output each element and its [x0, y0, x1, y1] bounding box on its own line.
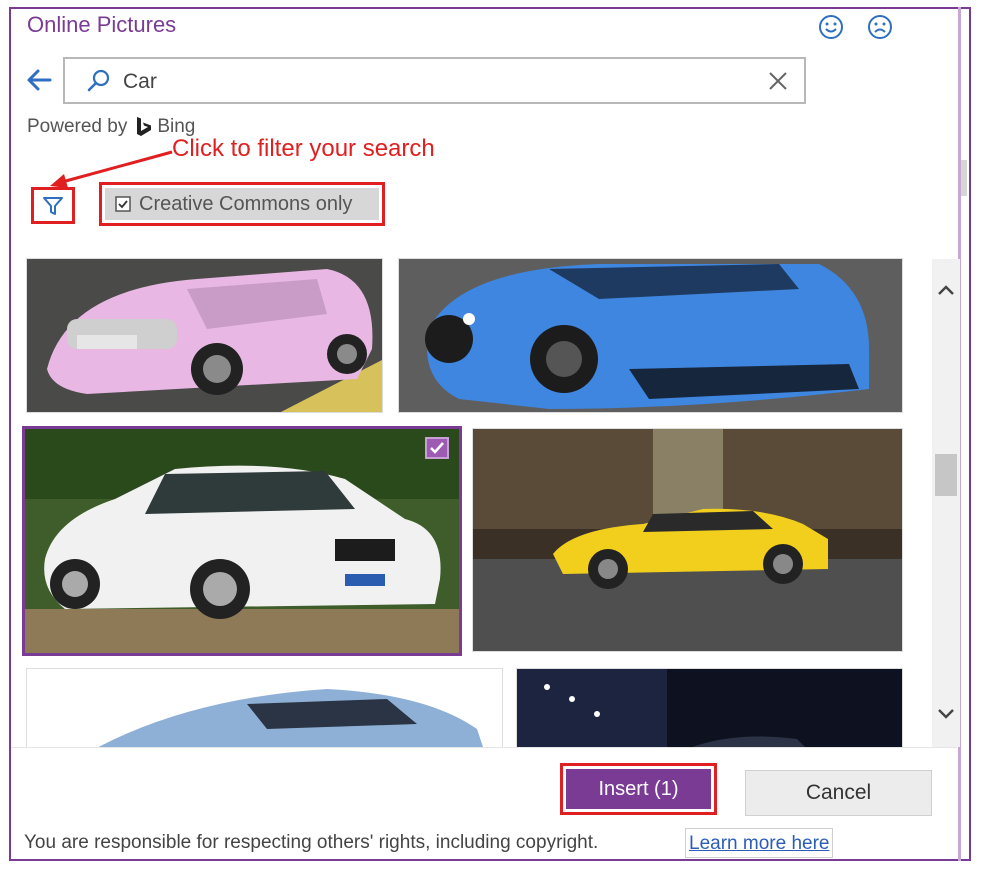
checkbox-checked-icon[interactable]	[115, 196, 131, 212]
copyright-disclaimer: You are responsible for respecting other…	[24, 832, 599, 853]
result-image-white-car[interactable]	[22, 426, 462, 656]
scrollbar-thumb[interactable]	[935, 454, 957, 496]
result-image-night-car[interactable]	[516, 668, 903, 748]
results-scrollbar[interactable]	[932, 259, 960, 747]
footer-divider	[11, 747, 957, 748]
filter-button[interactable]	[31, 187, 75, 224]
bing-logo-icon	[137, 117, 152, 136]
funnel-icon	[43, 196, 63, 215]
result-image-blue-car[interactable]	[398, 258, 903, 413]
search-query[interactable]: Car	[123, 70, 157, 94]
close-icon[interactable]	[767, 70, 789, 92]
creative-commons-label: Creative Commons only	[139, 192, 353, 215]
window-edge-handle	[961, 160, 967, 196]
smiley-icon[interactable]	[818, 14, 844, 40]
insert-button-highlight: Insert (1)	[560, 763, 717, 815]
result-image-yellow-car[interactable]	[472, 428, 903, 652]
chevron-up-icon[interactable]	[934, 279, 958, 303]
powered-by-label: Powered by	[27, 116, 128, 137]
creative-commons-filter[interactable]: Creative Commons only	[99, 182, 385, 226]
frowny-icon[interactable]	[867, 14, 893, 40]
selected-checkmark-icon[interactable]	[425, 437, 449, 459]
dialog-title: Online Pictures	[27, 12, 177, 37]
result-image-silver-car[interactable]	[26, 668, 503, 748]
back-arrow-icon[interactable]	[24, 64, 56, 96]
image-results-grid	[20, 258, 920, 748]
annotation-text: Click to filter your search	[172, 135, 435, 162]
insert-button[interactable]: Insert (1)	[566, 769, 711, 809]
learn-more-link[interactable]: Learn more here	[685, 828, 834, 858]
result-image-pink-car[interactable]	[26, 258, 383, 413]
chevron-down-icon[interactable]	[934, 701, 958, 725]
search-input[interactable]: Car	[63, 57, 806, 104]
powered-by: Powered by Bing	[27, 116, 195, 138]
search-icon	[87, 69, 110, 92]
cancel-button[interactable]: Cancel	[745, 770, 932, 816]
